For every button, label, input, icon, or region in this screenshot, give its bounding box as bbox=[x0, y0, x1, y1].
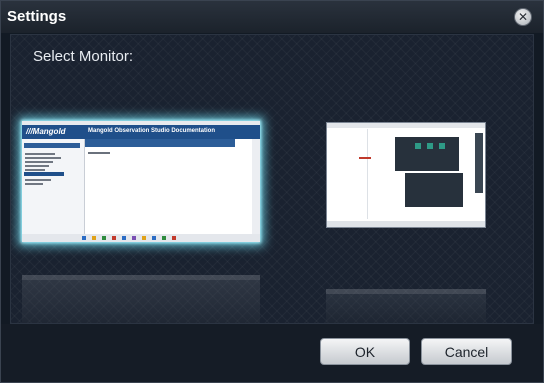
close-icon[interactable]: ✕ bbox=[514, 8, 532, 26]
preview-scrollbar bbox=[252, 139, 260, 234]
monitor-2-reflection bbox=[326, 289, 486, 323]
ok-button[interactable]: OK bbox=[320, 338, 410, 365]
preview-taskbar-icon bbox=[162, 236, 166, 240]
preview-tile bbox=[439, 143, 445, 149]
preview-main-bar bbox=[85, 139, 235, 147]
preview-sidebar-line bbox=[25, 183, 43, 185]
preview-doc-title: Mangold Observation Studio Documentation bbox=[88, 128, 216, 134]
preview-taskbar-icon bbox=[92, 236, 96, 240]
settings-dialog: Settings ✕ Select Monitor: ///Mangold Ma… bbox=[0, 0, 544, 383]
preview-sidebar-selected bbox=[24, 172, 64, 176]
preview-dark-panel bbox=[405, 173, 463, 207]
preview-sidebar-toolbar bbox=[24, 143, 80, 148]
preview-taskbar-icon bbox=[172, 236, 176, 240]
preview-taskbar-icon bbox=[142, 236, 146, 240]
monitor-selection-panel: Select Monitor: ///Mangold Mangold Obser… bbox=[10, 34, 534, 324]
preview-browser-bar bbox=[327, 123, 485, 128]
monitor-1-reflection bbox=[22, 275, 260, 323]
preview-sidebar-line bbox=[25, 165, 49, 167]
preview-left-pane bbox=[329, 129, 368, 219]
preview-taskbar-icon bbox=[82, 236, 86, 240]
preview-accent bbox=[359, 157, 371, 159]
title-bar[interactable]: Settings ✕ bbox=[1, 1, 543, 33]
preview-logo: ///Mangold bbox=[26, 127, 66, 136]
monitor-1-preview[interactable]: ///Mangold Mangold Observation Studio Do… bbox=[22, 121, 260, 242]
preview-main-text bbox=[88, 152, 110, 154]
preview-taskbar-icon bbox=[122, 236, 126, 240]
preview-sidebar-line bbox=[25, 169, 45, 171]
monitor-2-preview[interactable] bbox=[326, 122, 486, 228]
preview-sidebar-line bbox=[25, 161, 53, 163]
dialog-title: Settings bbox=[7, 8, 67, 25]
preview-taskbar-icon bbox=[112, 236, 116, 240]
preview-taskbar-icon bbox=[132, 236, 136, 240]
preview-sidebar-line bbox=[25, 179, 51, 181]
preview-taskbar bbox=[22, 234, 260, 242]
dialog-footer: OK Cancel bbox=[1, 324, 543, 382]
select-monitor-heading: Select Monitor: bbox=[33, 48, 134, 65]
preview-sidebar-line bbox=[25, 153, 55, 155]
preview-tile bbox=[415, 143, 421, 149]
cancel-button[interactable]: Cancel bbox=[421, 338, 512, 365]
preview-taskbar-icon bbox=[102, 236, 106, 240]
preview-sidebar-line bbox=[25, 157, 61, 159]
preview-tile bbox=[427, 143, 433, 149]
preview-taskbar-icon bbox=[152, 236, 156, 240]
preview-side-panel bbox=[475, 133, 483, 193]
preview-taskbar bbox=[327, 221, 485, 227]
